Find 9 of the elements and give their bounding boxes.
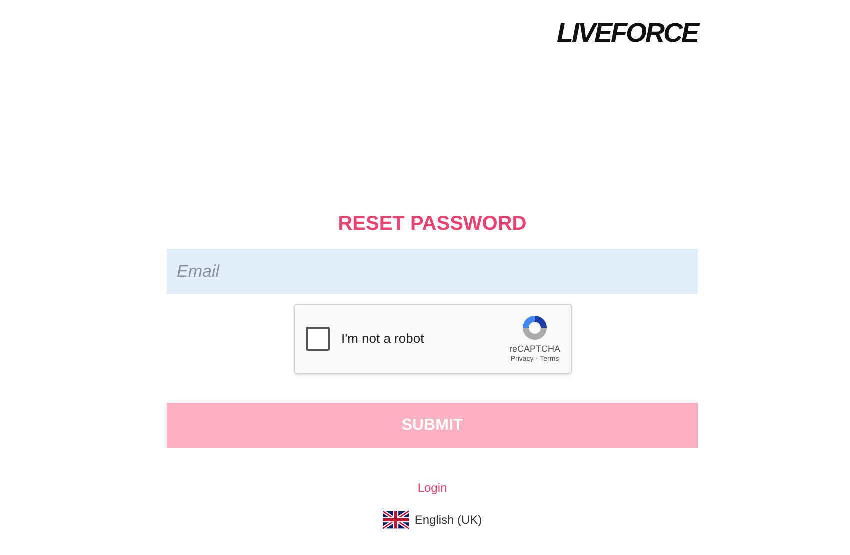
login-link[interactable]: Login <box>418 479 448 497</box>
uk-flag-icon <box>382 511 409 529</box>
language-selector[interactable]: English (UK) <box>414 511 482 529</box>
logo: LIVEFORCE <box>556 18 698 48</box>
captcha-label: I'm not a robot <box>342 330 426 348</box>
page-title: RESET PASSWORD <box>338 212 527 237</box>
captcha-checkbox[interactable] <box>306 327 330 351</box>
email-field[interactable]: Email <box>167 249 698 294</box>
captcha-brand: reCAPTCHA <box>509 343 560 355</box>
